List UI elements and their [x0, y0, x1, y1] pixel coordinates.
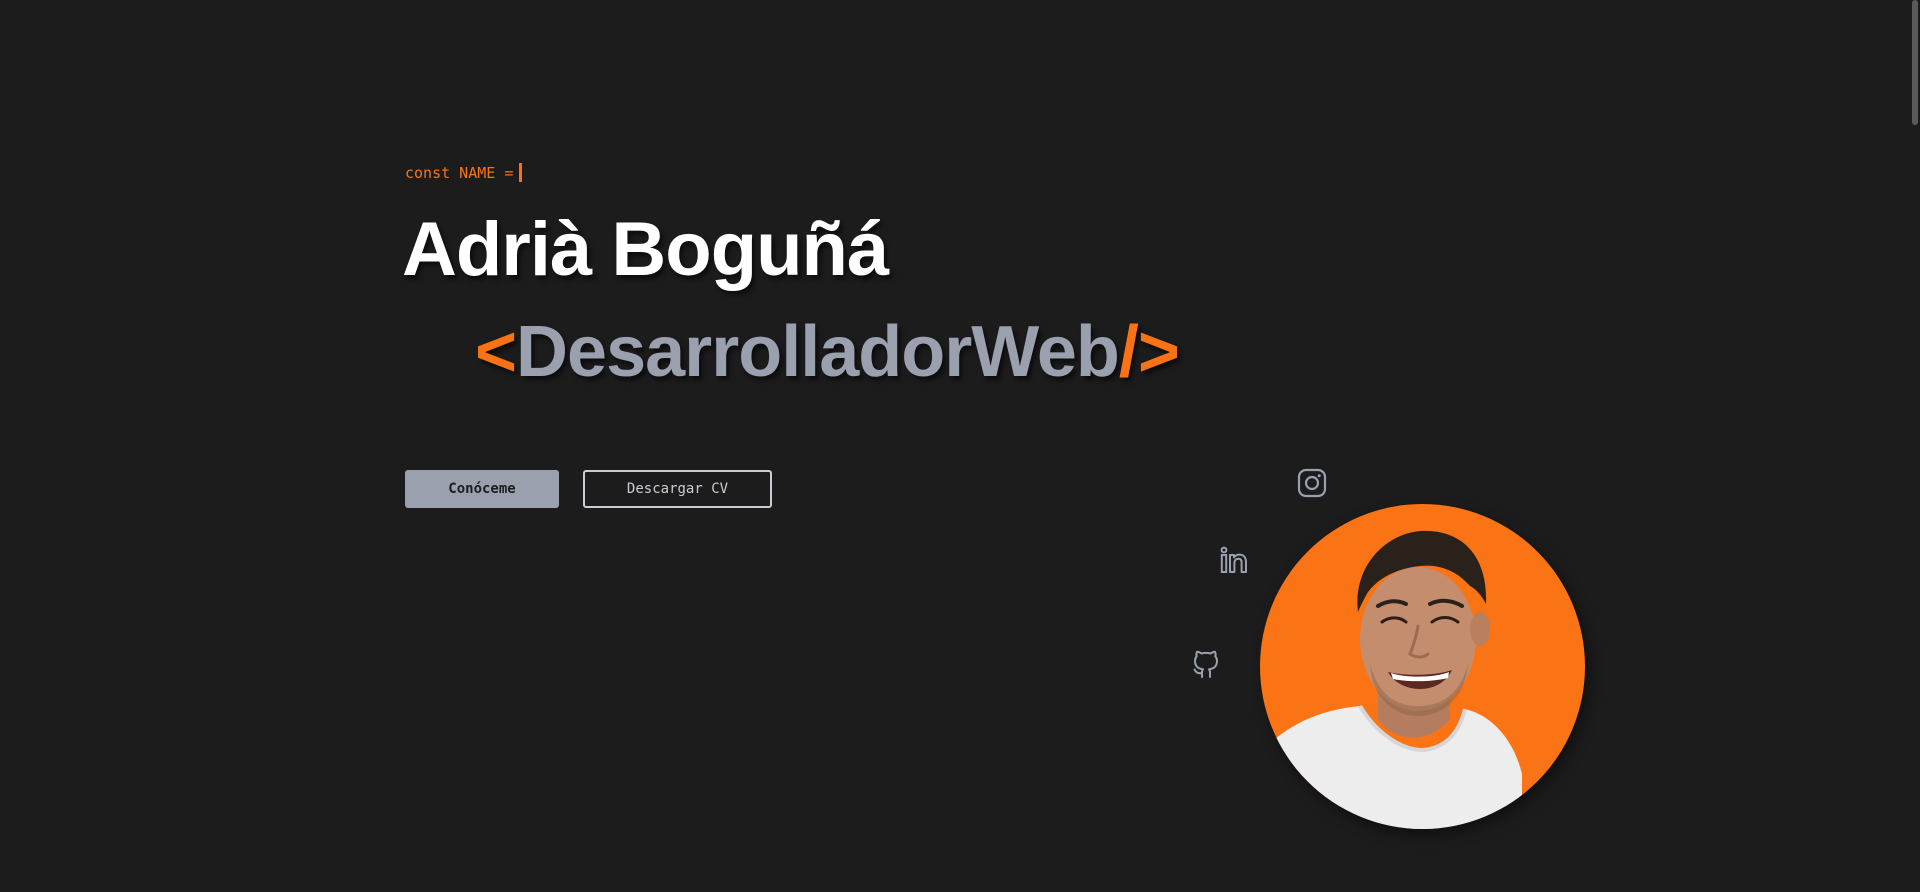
role-open-bracket: < — [475, 312, 517, 392]
role-close-bracket: /> — [1118, 312, 1180, 392]
profile-avatar — [1260, 504, 1585, 829]
github-link[interactable] — [1189, 647, 1223, 681]
code-prefix-text: const NAME = — [405, 163, 514, 182]
page-scrollbar[interactable] — [1912, 0, 1918, 125]
linkedin-icon — [1220, 546, 1247, 573]
typing-cursor — [519, 163, 523, 182]
hero-section: const NAME = Adrià Boguñá <Desarrollador… — [0, 0, 1920, 892]
role-text: DesarrolladorWeb — [516, 312, 1120, 392]
instagram-icon — [1297, 468, 1327, 498]
instagram-link[interactable] — [1295, 466, 1329, 500]
linkedin-link[interactable] — [1217, 543, 1251, 577]
download-cv-button[interactable]: Descargar CV — [583, 470, 772, 508]
hero-actions: Conóceme Descargar CV — [405, 470, 772, 508]
about-me-button[interactable]: Conóceme — [405, 470, 559, 508]
hero-role: <DesarrolladorWeb/> — [475, 312, 1180, 392]
profile-photo — [1260, 530, 1522, 829]
code-prefix-line: const NAME = — [405, 163, 523, 182]
hero-name: Adrià Boguñá — [402, 207, 889, 292]
github-icon — [1193, 650, 1218, 678]
